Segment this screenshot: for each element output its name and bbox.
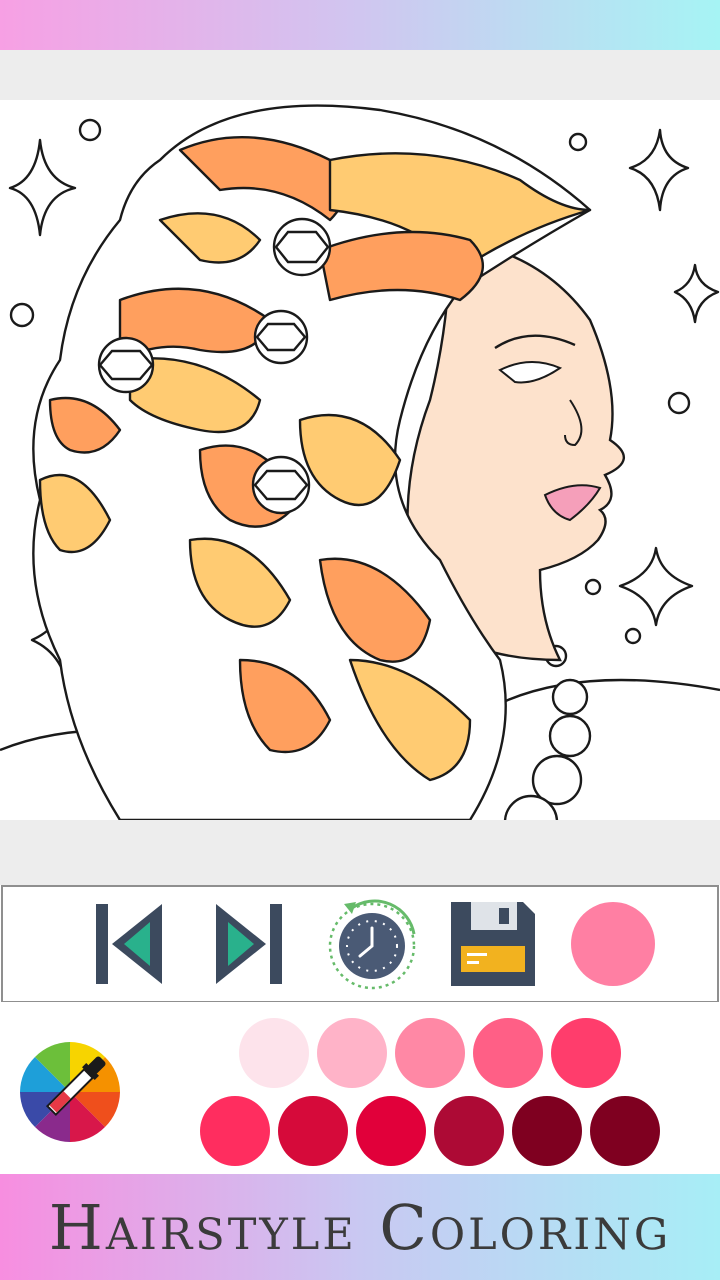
clock-history-icon (328, 899, 416, 990)
gem-6 (548, 714, 592, 758)
canvas-margin-bottom (0, 820, 720, 885)
dot-2 (9, 302, 35, 328)
color-picker-icon (20, 1042, 120, 1142)
canvas-margin-top (0, 50, 720, 100)
color-swatch[interactable] (590, 1096, 660, 1166)
color-swatch[interactable] (395, 1018, 465, 1088)
sparkle-right-top (628, 128, 690, 212)
history-button[interactable] (318, 887, 426, 1001)
sparkle-right-mid (673, 263, 720, 324)
gem-2 (253, 309, 309, 365)
color-swatch[interactable] (200, 1096, 270, 1166)
floppy-disk-icon (451, 902, 535, 986)
gem-3 (97, 336, 155, 394)
save-button[interactable] (443, 887, 543, 1001)
dot-1 (78, 118, 102, 142)
previous-button[interactable] (88, 887, 170, 1001)
dot-4 (667, 391, 691, 415)
skip-previous-icon (96, 904, 162, 984)
hair-strand-3 (318, 230, 484, 302)
sparkle-left-top (8, 138, 77, 237)
color-swatch[interactable] (356, 1096, 426, 1166)
color-swatch[interactable] (473, 1018, 543, 1088)
next-button[interactable] (208, 887, 290, 1001)
coloring-canvas[interactable] (0, 100, 720, 820)
skip-next-icon (216, 904, 282, 984)
dot-5 (584, 578, 602, 596)
current-color-button[interactable] (563, 887, 663, 1001)
color-swatch[interactable] (239, 1018, 309, 1088)
dot-3 (568, 132, 588, 152)
color-swatch[interactable] (512, 1096, 582, 1166)
gem-1 (272, 217, 332, 277)
sparkle-right-bottom (618, 546, 694, 627)
coloring-artwork[interactable] (0, 100, 720, 820)
gem-5 (551, 678, 589, 716)
gem-4 (251, 455, 311, 515)
top-gradient-bar (0, 0, 720, 50)
toolbar (1, 885, 719, 1003)
color-swatch[interactable] (278, 1096, 348, 1166)
dot-6 (624, 627, 642, 645)
title-banner: Hairstyle Coloring (0, 1174, 720, 1280)
app-title: Hairstyle Coloring (48, 1190, 672, 1264)
color-wheel-dropper-icon[interactable] (18, 1040, 122, 1144)
color-swatch[interactable] (434, 1096, 504, 1166)
current-color-swatch (571, 902, 655, 986)
color-swatch[interactable] (317, 1018, 387, 1088)
color-swatch[interactable] (551, 1018, 621, 1088)
